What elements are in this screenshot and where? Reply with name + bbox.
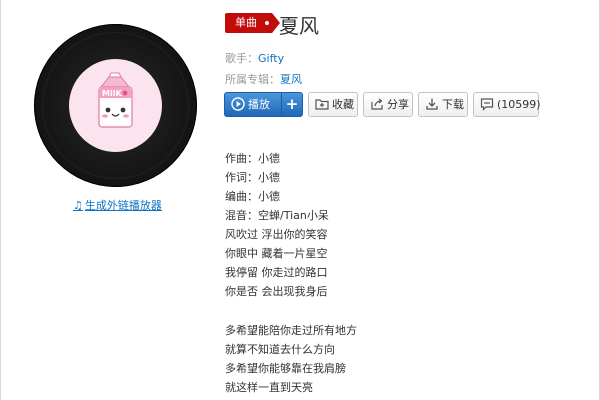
- download-icon: [426, 98, 438, 110]
- badge-label: 单曲: [235, 16, 257, 29]
- cover-label-text: MilK: [102, 89, 122, 98]
- album-row: 所属专辑：夏风: [225, 71, 302, 87]
- single-badge: 单曲: [225, 13, 280, 33]
- artist-row: 歌手：Gifty: [225, 50, 284, 66]
- lyric-line: 作曲：小德: [225, 152, 280, 165]
- song-title: 夏风: [279, 14, 319, 38]
- badge-dot-icon: [265, 21, 269, 25]
- share-icon: [371, 98, 383, 110]
- favorite-label: 收藏: [332, 98, 354, 111]
- lyric-line: 风吹过 浮出你的笑容: [225, 228, 328, 241]
- play-button[interactable]: 播放: [224, 92, 282, 117]
- add-to-playlist-button[interactable]: +: [281, 92, 303, 117]
- lyric-line: 我停留 你走过的路口: [225, 266, 328, 279]
- lyric-line: 作词：小德: [225, 171, 280, 184]
- share-button[interactable]: 分享: [363, 92, 413, 117]
- favorite-button[interactable]: 收藏: [308, 92, 358, 117]
- lyric-line: 多希望能陪你走过所有地方: [225, 324, 357, 337]
- album-label: 所属专辑：: [225, 73, 280, 86]
- lyric-line: 你眼中 藏着一片星空: [225, 247, 328, 260]
- music-note-icon: ♫: [73, 199, 83, 212]
- cover-art: MilK: [69, 59, 162, 152]
- album-link[interactable]: 夏风: [280, 73, 302, 86]
- comments-count: (10599): [497, 98, 541, 111]
- lyric-line: 你是否 会出现我身后: [225, 285, 328, 298]
- lyric-line: 混音：空蝉/Tian小呆: [225, 209, 329, 222]
- download-label: 下载: [442, 98, 464, 111]
- lyric-line: 编曲：小德: [225, 190, 280, 203]
- lyric-line: 就算不知道去什么方向: [225, 343, 335, 356]
- play-circle-icon: [231, 97, 245, 111]
- speech-bubble-icon: [480, 98, 494, 111]
- folder-plus-icon: [315, 99, 329, 110]
- share-label: 分享: [387, 98, 409, 111]
- album-cover: MilK: [34, 24, 197, 187]
- artist-label: 歌手：: [225, 52, 258, 65]
- milk-carton-icon: MilK: [98, 72, 133, 128]
- lyric-line: 就这样一直到天亮: [225, 381, 313, 394]
- comments-button[interactable]: (10599): [473, 92, 541, 117]
- left-border: [0, 0, 1, 400]
- play-label: 播放: [248, 98, 270, 111]
- artist-link[interactable]: Gifty: [258, 52, 284, 65]
- player-link-label: 生成外链播放器: [84, 199, 162, 212]
- lyric-line: 多希望你能够靠在我肩膀: [225, 362, 346, 375]
- generate-player-link[interactable]: ♫ 生成外链播放器: [73, 197, 162, 213]
- download-button[interactable]: 下载: [418, 92, 468, 117]
